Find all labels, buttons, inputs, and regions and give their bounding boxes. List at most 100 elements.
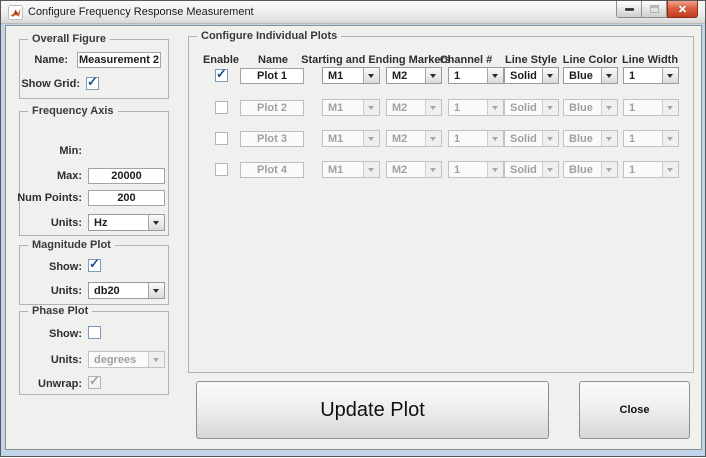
marker-end-dropdown: M2 — [386, 99, 442, 116]
chevron-down-icon — [542, 162, 558, 177]
line-color-dropdown[interactable]: Blue — [563, 67, 618, 84]
freq-units-dropdown[interactable]: Hz — [88, 214, 165, 231]
chevron-down-icon — [487, 162, 503, 177]
num-points-field[interactable] — [88, 190, 165, 206]
line-color-value: Blue — [569, 102, 593, 114]
chevron-down-icon — [487, 100, 503, 115]
chevron-down-icon — [363, 100, 379, 115]
show-grid-checkbox[interactable] — [86, 77, 99, 90]
chevron-down-icon — [601, 162, 617, 177]
line-style-dropdown[interactable]: Solid — [504, 67, 559, 84]
individual-plots-group-title: Configure Individual Plots — [197, 30, 341, 42]
plot-row-4: M1 M2 1 Solid Blue 1 — [189, 161, 693, 181]
marker-start-value: M1 — [328, 133, 343, 145]
markers-column-header: Starting and Ending Markers — [296, 54, 456, 66]
phase-units-value: degrees — [94, 354, 136, 366]
chevron-down-icon — [425, 131, 441, 146]
phase-show-label: Show: — [49, 328, 82, 340]
name-column-header: Name — [243, 54, 303, 66]
show-grid-label: Show Grid: — [21, 78, 80, 90]
marker-start-dropdown[interactable]: M1 — [322, 67, 380, 84]
line-color-value: Blue — [569, 70, 593, 82]
unwrap-checkbox — [88, 376, 101, 389]
plot-name-field — [240, 100, 304, 116]
line-style-value: Solid — [510, 164, 537, 176]
chevron-down-icon — [601, 100, 617, 115]
plot-row-3: M1 M2 1 Solid Blue 1 — [189, 130, 693, 150]
phase-units-dropdown: degrees — [88, 351, 165, 368]
figure-name-field[interactable] — [77, 52, 161, 68]
plot-row-2: M1 M2 1 Solid Blue 1 — [189, 99, 693, 119]
channel-dropdown[interactable]: 1 — [448, 67, 504, 84]
max-label: Max: — [57, 170, 82, 182]
chevron-down-icon — [487, 68, 503, 83]
update-plot-button[interactable]: Update Plot — [196, 381, 549, 439]
plot-row-1: M1 M2 1 Solid Blue 1 — [189, 67, 693, 87]
line-style-column-header: Line Style — [501, 54, 561, 66]
chevron-down-icon — [601, 68, 617, 83]
line-style-dropdown: Solid — [504, 161, 559, 178]
channel-value: 1 — [454, 133, 460, 145]
channel-value: 1 — [454, 164, 460, 176]
marker-start-value: M1 — [328, 164, 343, 176]
line-style-value: Solid — [510, 102, 537, 114]
marker-end-dropdown[interactable]: M2 — [386, 67, 442, 84]
check-icon — [87, 74, 100, 90]
line-style-value: Solid — [510, 133, 537, 145]
line-style-dropdown: Solid — [504, 130, 559, 147]
individual-plots-group: Configure Individual Plots Enable Name S… — [188, 36, 694, 373]
num-points-label: Num Points: — [17, 192, 82, 204]
channel-value: 1 — [454, 102, 460, 114]
frequency-axis-group-title: Frequency Axis — [28, 105, 118, 117]
freq-units-value: Hz — [94, 217, 107, 229]
freq-max-field[interactable] — [88, 168, 165, 184]
magnitude-show-checkbox[interactable] — [88, 259, 101, 272]
dialog-window: Configure Frequency Response Measurement… — [0, 0, 706, 457]
chevron-down-icon — [148, 283, 164, 298]
phase-plot-group-title: Phase Plot — [28, 305, 92, 317]
channel-dropdown: 1 — [448, 130, 504, 147]
channel-dropdown: 1 — [448, 161, 504, 178]
check-icon — [216, 66, 229, 82]
magnitude-units-label: Units: — [51, 285, 82, 297]
plot-name-field — [240, 162, 304, 178]
chevron-down-icon — [425, 100, 441, 115]
marker-end-value: M2 — [392, 164, 407, 176]
plot-name-field[interactable] — [240, 68, 304, 84]
line-style-dropdown: Solid — [504, 99, 559, 116]
line-width-value: 1 — [629, 164, 635, 176]
chevron-down-icon — [425, 162, 441, 177]
marker-start-dropdown: M1 — [322, 161, 380, 178]
magnitude-units-dropdown[interactable]: db20 — [88, 282, 165, 299]
chevron-down-icon — [363, 131, 379, 146]
line-color-dropdown: Blue — [563, 99, 618, 116]
overall-figure-group: Overall Figure Name: Show Grid: — [19, 39, 169, 99]
line-width-dropdown: 1 — [623, 99, 679, 116]
line-width-dropdown: 1 — [623, 130, 679, 147]
marker-start-value: M1 — [328, 70, 343, 82]
close-button[interactable]: Close — [579, 381, 690, 439]
chevron-down-icon — [425, 68, 441, 83]
magnitude-units-value: db20 — [94, 285, 120, 297]
phase-units-label: Units: — [51, 354, 82, 366]
chevron-down-icon — [662, 162, 678, 177]
marker-end-dropdown: M2 — [386, 161, 442, 178]
plot-enable-checkbox[interactable] — [215, 132, 228, 145]
chevron-down-icon — [542, 100, 558, 115]
chevron-down-icon — [148, 215, 164, 230]
freq-units-label: Units: — [51, 217, 82, 229]
chevron-down-icon — [148, 352, 164, 367]
marker-end-value: M2 — [392, 70, 407, 82]
phase-show-checkbox[interactable] — [88, 326, 101, 339]
marker-start-value: M1 — [328, 102, 343, 114]
line-width-column-header: Line Width — [620, 54, 680, 66]
plot-enable-checkbox[interactable] — [215, 163, 228, 176]
line-width-value: 1 — [629, 102, 635, 114]
plot-enable-checkbox[interactable] — [215, 69, 228, 82]
chevron-down-icon — [542, 131, 558, 146]
magnitude-plot-group: Magnitude Plot Show: Units: db20 — [19, 245, 169, 305]
plot-enable-checkbox[interactable] — [215, 101, 228, 114]
line-width-dropdown[interactable]: 1 — [623, 67, 679, 84]
chevron-down-icon — [662, 100, 678, 115]
chevron-down-icon — [601, 131, 617, 146]
